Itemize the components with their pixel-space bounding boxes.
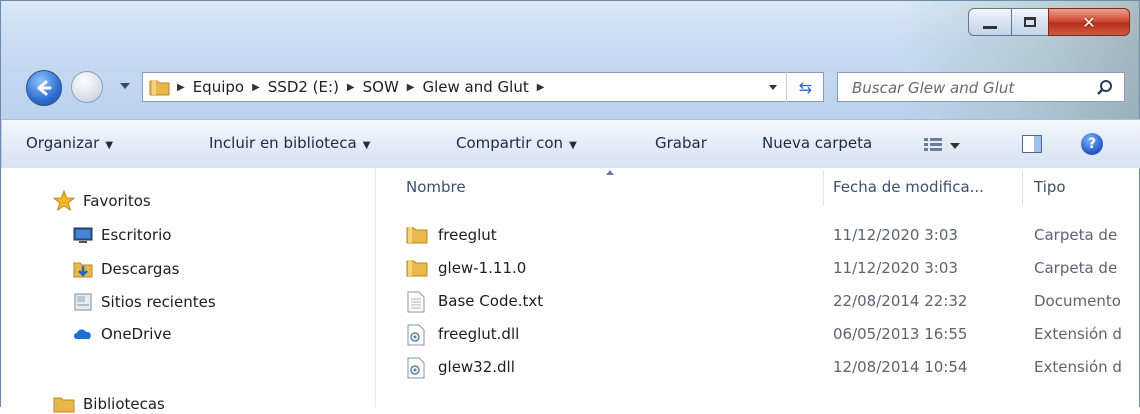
file-name: freeglut.dll [438, 325, 520, 343]
file-name: Base Code.txt [438, 292, 544, 310]
dll-file-icon [407, 324, 425, 346]
dropdown-arrow-icon: ▼ [362, 140, 371, 151]
recent-pages-dropdown-icon[interactable] [120, 83, 130, 89]
dll-file-icon [407, 357, 425, 379]
nav-item-label: Descargas [101, 260, 180, 278]
burn-button[interactable]: Grabar [655, 134, 707, 152]
breadcrumb-arrow-icon[interactable]: ▶ [347, 82, 355, 93]
breadcrumb-equipo[interactable]: Equipo [193, 78, 244, 96]
back-arrow-icon [37, 80, 52, 96]
folder-icon [149, 80, 170, 96]
minimize-button[interactable] [968, 8, 1012, 36]
nav-item-label: OneDrive [101, 325, 172, 343]
maximize-icon [1024, 17, 1036, 27]
libraries-icon [53, 397, 75, 413]
folder-icon [406, 260, 428, 277]
file-list: Nombre Fecha de modifica... Tipo freeglu… [376, 168, 1139, 407]
breadcrumb-arrow-icon[interactable]: ▶ [252, 82, 260, 93]
column-divider[interactable] [823, 170, 824, 206]
nav-item-label: Sitios recientes [101, 293, 216, 311]
breadcrumb-arrow-icon[interactable]: ▶ [177, 82, 185, 93]
file-date: 11/12/2020 3:03 [833, 226, 958, 244]
nav-item-onedrive[interactable]: OneDrive [73, 325, 172, 343]
search-icon[interactable] [1096, 79, 1114, 97]
folder-icon [406, 227, 428, 244]
command-bar: Organizar ▼ Incluir en biblioteca ▼ Compar… [2, 119, 1140, 169]
file-date: 22/08/2014 22:32 [833, 292, 968, 310]
back-button[interactable] [26, 70, 62, 106]
nav-item-escritorio[interactable]: Escritorio [73, 226, 171, 244]
text-file-icon [407, 291, 425, 313]
breadcrumb-arrow-icon[interactable]: ▶ [537, 82, 545, 93]
close-icon: ✕ [1082, 12, 1096, 32]
file-row-base-code[interactable]: Base Code.txt 22/08/2014 22:32 Documento [376, 286, 1139, 318]
share-with-button[interactable]: Compartir con ▼ [456, 134, 577, 152]
nav-item-descargas[interactable]: Descargas [73, 259, 179, 279]
address-bar[interactable]: ▶ Equipo ▶ SSD2 (E:) ▶ SOW ▶ Glew and Gl… [142, 72, 824, 102]
content-area: Favoritos Escritorio Descargas Sitios re… [1, 168, 1139, 413]
include-library-button[interactable]: Incluir en biblioteca ▼ [209, 134, 370, 152]
breadcrumb-ssd2[interactable]: SSD2 (E:) [268, 78, 339, 96]
file-type: Extensión d [1034, 358, 1122, 376]
nav-libraries[interactable]: Bibliotecas [53, 394, 165, 414]
search-box[interactable] [837, 72, 1125, 102]
recent-places-icon [74, 293, 92, 311]
breadcrumb-sow[interactable]: SOW [363, 78, 399, 96]
search-input[interactable] [850, 74, 1094, 102]
breadcrumb-glew-and-glut[interactable]: Glew and Glut [423, 78, 529, 96]
help-button[interactable]: ? [1081, 133, 1103, 155]
file-type: Carpeta de [1034, 226, 1118, 244]
refresh-icon: ⇆ [798, 77, 813, 97]
column-header-name[interactable]: Nombre [406, 178, 466, 196]
desktop-icon [73, 227, 93, 243]
file-name: freeglut [438, 226, 497, 244]
breadcrumb-arrow-icon[interactable]: ▶ [407, 82, 415, 93]
view-options-icon[interactable] [924, 137, 944, 153]
navigation-pane: Favoritos Escritorio Descargas Sitios re… [1, 168, 375, 413]
dropdown-arrow-icon: ▼ [105, 140, 114, 151]
minimize-icon [983, 25, 997, 29]
preview-pane-button[interactable] [1022, 135, 1042, 153]
help-icon: ? [1087, 136, 1097, 152]
file-row-freeglut-dll[interactable]: freeglut.dll 06/05/2013 16:55 Extensión … [376, 319, 1139, 351]
view-dropdown-icon[interactable] [950, 143, 960, 149]
downloads-icon [73, 262, 93, 278]
nav-item-label: Escritorio [101, 226, 172, 244]
organize-button[interactable]: Organizar ▼ [26, 134, 113, 152]
forward-button[interactable] [71, 71, 103, 103]
file-name: glew32.dll [438, 358, 515, 376]
file-row-freeglut[interactable]: freeglut 11/12/2020 3:03 Carpeta de [376, 220, 1139, 252]
file-row-glew32-dll[interactable]: glew32.dll 12/08/2014 10:54 Extensión d [376, 352, 1139, 384]
nav-favorites[interactable]: Favoritos [53, 190, 151, 212]
file-date: 06/05/2013 16:55 [833, 325, 968, 343]
new-folder-button[interactable]: Nueva carpeta [762, 134, 872, 152]
maximize-button[interactable] [1011, 8, 1049, 36]
file-date: 12/08/2014 10:54 [833, 358, 968, 376]
column-header-date[interactable]: Fecha de modifica... [833, 178, 984, 196]
close-button[interactable]: ✕ [1048, 8, 1130, 36]
onedrive-icon [74, 329, 91, 339]
column-header-type[interactable]: Tipo [1034, 178, 1066, 196]
nav-favorites-label: Favoritos [83, 192, 151, 210]
refresh-button[interactable]: ⇆ [786, 72, 824, 102]
file-date: 11/12/2020 3:03 [833, 259, 958, 277]
nav-item-sitios-recientes[interactable]: Sitios recientes [73, 292, 216, 312]
file-name: glew-1.11.0 [438, 259, 527, 277]
file-row-glew[interactable]: glew-1.11.0 11/12/2020 3:03 Carpeta de [376, 253, 1139, 285]
breadcrumb: ▶ Equipo ▶ SSD2 (E:) ▶ SOW ▶ Glew and Gl… [143, 73, 544, 101]
address-dropdown-icon[interactable] [769, 85, 777, 90]
file-type: Documento [1034, 292, 1121, 310]
star-icon [53, 190, 75, 212]
file-type: Carpeta de [1034, 259, 1118, 277]
file-type: Extensión d [1034, 325, 1122, 343]
sort-ascending-icon [606, 170, 614, 175]
dropdown-arrow-icon: ▼ [569, 140, 577, 151]
nav-libraries-label: Bibliotecas [83, 395, 165, 413]
column-divider[interactable] [1022, 170, 1023, 206]
